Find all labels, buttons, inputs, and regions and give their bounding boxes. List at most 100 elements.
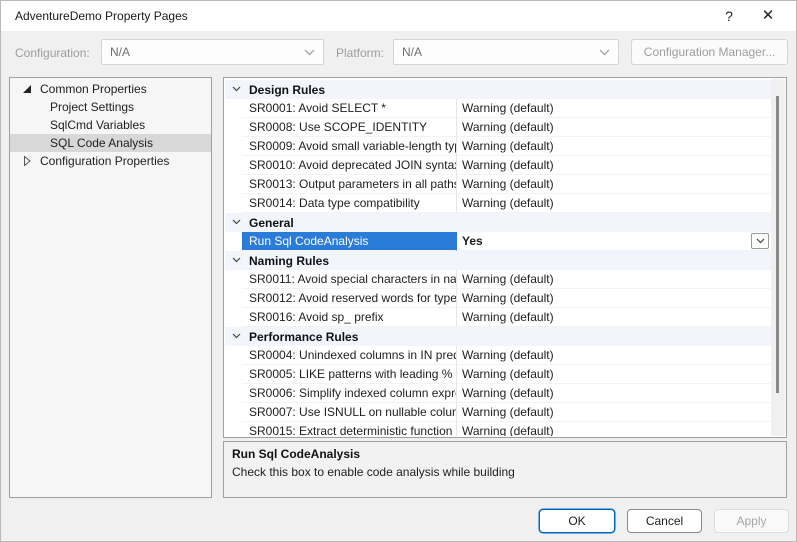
category-row-naming-rules[interactable]: Naming Rules: [225, 251, 771, 270]
chevron-down-icon[interactable]: [232, 219, 241, 225]
property-value-cell[interactable]: Warning (default): [457, 289, 771, 308]
property-row[interactable]: SR0012: Avoid reserved words for type n W…: [225, 289, 771, 308]
tree-collapsed-icon[interactable]: [22, 156, 34, 166]
description-text: Check this box to enable code analysis w…: [232, 465, 778, 479]
property-name-cell[interactable]: SR0010: Avoid deprecated JOIN syntax: [242, 156, 457, 175]
property-name: SR0011: Avoid special characters in nam: [249, 272, 457, 286]
property-name: SR0005: LIKE patterns with leading %: [249, 367, 452, 381]
apply-button[interactable]: Apply: [714, 509, 789, 533]
property-name-cell[interactable]: SR0014: Data type compatibility: [242, 194, 457, 213]
property-name: SR0014: Data type compatibility: [249, 196, 420, 210]
category-row-general[interactable]: General: [225, 213, 771, 232]
ok-button[interactable]: OK: [539, 509, 615, 533]
property-value-cell[interactable]: Warning (default): [457, 118, 771, 137]
property-row[interactable]: SR0010: Avoid deprecated JOIN syntaxWarn…: [225, 156, 771, 175]
sidebar-item-sqlcmd-variables[interactable]: SqlCmd Variables: [10, 116, 211, 134]
property-value-cell[interactable]: Warning (default): [457, 175, 771, 194]
property-row[interactable]: SR0005: LIKE patterns with leading % Warn…: [225, 365, 771, 384]
tree-item-label: Configuration Properties: [40, 154, 169, 168]
configuration-manager-button[interactable]: Configuration Manager...: [631, 39, 788, 65]
property-row[interactable]: SR0004: Unindexed columns in IN predicWa…: [225, 346, 771, 365]
platform-label: Platform:: [336, 46, 384, 60]
property-name: SR0015: Extract deterministic function c…: [249, 424, 457, 436]
property-value-cell[interactable]: Warning (default): [457, 156, 771, 175]
property-name-cell[interactable]: SR0015: Extract deterministic function c…: [242, 422, 457, 436]
property-row[interactable]: SR0001: Avoid SELECT *Warning (default): [225, 99, 771, 118]
tree-expanded-icon[interactable]: [22, 84, 34, 94]
property-name-cell[interactable]: SR0012: Avoid reserved words for type n: [242, 289, 457, 308]
chevron-down-icon: [304, 49, 315, 56]
property-value: Warning (default): [462, 367, 554, 381]
property-row[interactable]: Run Sql CodeAnalysis Yes: [225, 232, 771, 251]
property-name: Run Sql CodeAnalysis: [249, 234, 368, 248]
property-name-cell[interactable]: Run Sql CodeAnalysis: [242, 232, 457, 251]
property-row[interactable]: SR0011: Avoid special characters in nam W…: [225, 270, 771, 289]
property-row[interactable]: SR0008: Use SCOPE_IDENTITY Warning (defau…: [225, 118, 771, 137]
scrollbar-thumb[interactable]: [776, 96, 779, 393]
cancel-button[interactable]: Cancel: [627, 509, 702, 533]
value-dropdown-button[interactable]: [751, 233, 769, 249]
description-panel: Run Sql CodeAnalysis Check this box to e…: [223, 441, 787, 498]
property-value-cell[interactable]: Warning (default): [457, 308, 771, 327]
property-name-cell[interactable]: SR0011: Avoid special characters in nam: [242, 270, 457, 289]
property-name-cell[interactable]: SR0001: Avoid SELECT *: [242, 99, 457, 118]
category-row-performance-rules[interactable]: Performance Rules: [225, 327, 771, 346]
property-row[interactable]: SR0013: Output parameters in all pathsWa…: [225, 175, 771, 194]
property-value: Warning (default): [462, 120, 554, 134]
property-value-cell[interactable]: Warning (default): [457, 403, 771, 422]
property-value-cell[interactable]: Warning (default): [457, 99, 771, 118]
property-name-cell[interactable]: SR0007: Use ISNULL on nullable column: [242, 403, 457, 422]
property-name: SR0010: Avoid deprecated JOIN syntax: [249, 158, 457, 172]
property-value: Warning (default): [462, 272, 554, 286]
sidebar-item-sql-code-analysis[interactable]: SQL Code Analysis: [10, 134, 211, 152]
pages-tree: Common PropertiesProject SettingsSqlCmd …: [9, 77, 212, 498]
vertical-scrollbar[interactable]: [771, 79, 785, 436]
chevron-down-icon[interactable]: [232, 257, 241, 263]
property-name-cell[interactable]: SR0013: Output parameters in all paths: [242, 175, 457, 194]
property-name-cell[interactable]: SR0016: Avoid sp_ prefix: [242, 308, 457, 327]
sidebar-item-configuration-properties[interactable]: Configuration Properties: [10, 152, 211, 170]
category-row-design-rules[interactable]: Design Rules: [225, 80, 771, 99]
platform-dropdown[interactable]: N/A: [393, 39, 619, 65]
sidebar-item-common-properties[interactable]: Common Properties: [10, 80, 211, 98]
property-name: SR0007: Use ISNULL on nullable column: [249, 405, 457, 419]
category-label: Performance Rules: [249, 330, 358, 344]
property-value-cell[interactable]: Warning (default): [457, 194, 771, 213]
property-value: Warning (default): [462, 310, 554, 324]
property-name-cell[interactable]: SR0006: Simplify indexed column expres: [242, 384, 457, 403]
property-value-cell[interactable]: Warning (default): [457, 346, 771, 365]
property-value-cell[interactable]: Warning (default): [457, 384, 771, 403]
close-icon[interactable]: ✕: [755, 4, 781, 28]
property-row[interactable]: SR0007: Use ISNULL on nullable column War…: [225, 403, 771, 422]
property-value-cell[interactable]: Warning (default): [457, 137, 771, 156]
sidebar-item-project-settings[interactable]: Project Settings: [10, 98, 211, 116]
property-name: SR0013: Output parameters in all paths: [249, 177, 457, 191]
property-row[interactable]: SR0006: Simplify indexed column expresWa…: [225, 384, 771, 403]
property-row[interactable]: SR0015: Extract deterministic function c…: [225, 422, 771, 436]
property-name: SR0006: Simplify indexed column expres: [249, 386, 457, 400]
property-name-cell[interactable]: SR0008: Use SCOPE_IDENTITY: [242, 118, 457, 137]
category-label: General: [249, 216, 294, 230]
property-name: SR0004: Unindexed columns in IN predic: [249, 348, 457, 362]
property-name-cell[interactable]: SR0004: Unindexed columns in IN predic: [242, 346, 457, 365]
configuration-dropdown[interactable]: N/A: [101, 39, 324, 65]
help-icon[interactable]: ?: [716, 4, 742, 28]
property-name-cell[interactable]: SR0009: Avoid small variable-length typ: [242, 137, 457, 156]
configuration-label: Configuration:: [15, 46, 90, 60]
property-row[interactable]: SR0014: Data type compatibility Warning (…: [225, 194, 771, 213]
property-value-cell[interactable]: Warning (default): [457, 422, 771, 436]
property-pages-dialog: { "window": { "title": "AdventureDemo Pr…: [0, 0, 797, 542]
property-name-cell[interactable]: SR0005: LIKE patterns with leading %: [242, 365, 457, 384]
property-value: Warning (default): [462, 405, 554, 419]
property-name: SR0009: Avoid small variable-length typ: [249, 139, 457, 153]
property-grid: Design RulesSR0001: Avoid SELECT *Warnin…: [223, 77, 787, 438]
property-row[interactable]: SR0016: Avoid sp_ prefix Warning (default…: [225, 308, 771, 327]
property-value-cell[interactable]: Warning (default): [457, 365, 771, 384]
property-value-cell[interactable]: Warning (default): [457, 270, 771, 289]
property-value-cell[interactable]: Yes: [457, 232, 771, 251]
property-row[interactable]: SR0009: Avoid small variable-length typW…: [225, 137, 771, 156]
category-label: Design Rules: [249, 83, 325, 97]
chevron-down-icon[interactable]: [232, 86, 241, 92]
property-value: Warning (default): [462, 291, 554, 305]
chevron-down-icon[interactable]: [232, 333, 241, 339]
